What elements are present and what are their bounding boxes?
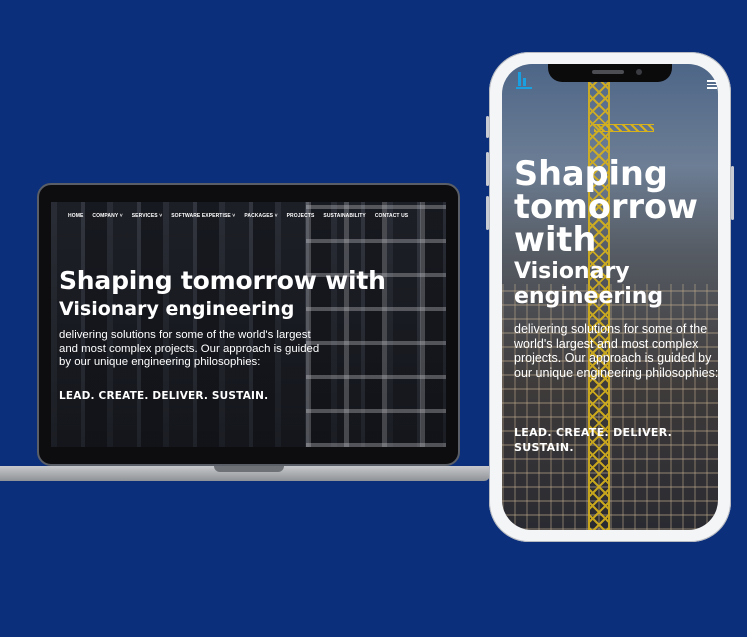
nav-item-services[interactable]: SERVICES ˅ [132, 213, 163, 219]
company-logo-icon[interactable] [513, 70, 535, 92]
hero-background-crane-jib [594, 124, 654, 132]
phone-hero-tagline: LEAD. CREATE. DELIVER. SUSTAIN. [514, 426, 673, 454]
phone-side-button-top [486, 116, 489, 138]
phone-side-button-low [486, 196, 489, 230]
hero-background-building [306, 202, 446, 447]
phone-hero-description: delivering solutions for some of the wor… [514, 322, 719, 380]
phone-power-button [731, 166, 734, 220]
hero-subtitle: Visionary engineering [59, 298, 295, 320]
nav-item-company[interactable]: COMPANY ˅ [92, 213, 122, 219]
hero-background-scaffold [502, 284, 718, 530]
nav-item-software-expertise[interactable]: SOFTWARE EXPERTISE ˅ [171, 213, 235, 219]
phone-hero-title: Shaping tomorrow with [514, 154, 698, 259]
nav-item-contact-us[interactable]: CONTACT US [375, 213, 408, 219]
hero-description: delivering solutions for some of the wor… [59, 329, 320, 368]
hamburger-menu-icon[interactable] [707, 80, 717, 89]
laptop-screen: HOME COMPANY ˅ SERVICES ˅ SOFTWARE EXPER… [51, 202, 446, 447]
nav-item-packages[interactable]: PACKAGES ˅ [244, 213, 277, 219]
laptop-nav-bar: HOME COMPANY ˅ SERVICES ˅ SOFTWARE EXPER… [68, 213, 408, 219]
phone-camera [636, 69, 642, 75]
phone-speaker [592, 70, 624, 74]
hero-tagline: LEAD. CREATE. DELIVER. SUSTAIN. [59, 390, 269, 402]
nav-item-sustainability[interactable]: SUSTAINABILITY [323, 213, 365, 219]
nav-item-home[interactable]: HOME [68, 213, 83, 219]
phone-hero-subtitle: Visionary engineering [514, 259, 664, 309]
laptop-base-notch [214, 466, 284, 472]
hero-title: Shaping tomorrow with [59, 266, 386, 295]
phone-side-button-mid [486, 152, 489, 186]
nav-item-projects[interactable]: PROJECTS [287, 213, 315, 219]
